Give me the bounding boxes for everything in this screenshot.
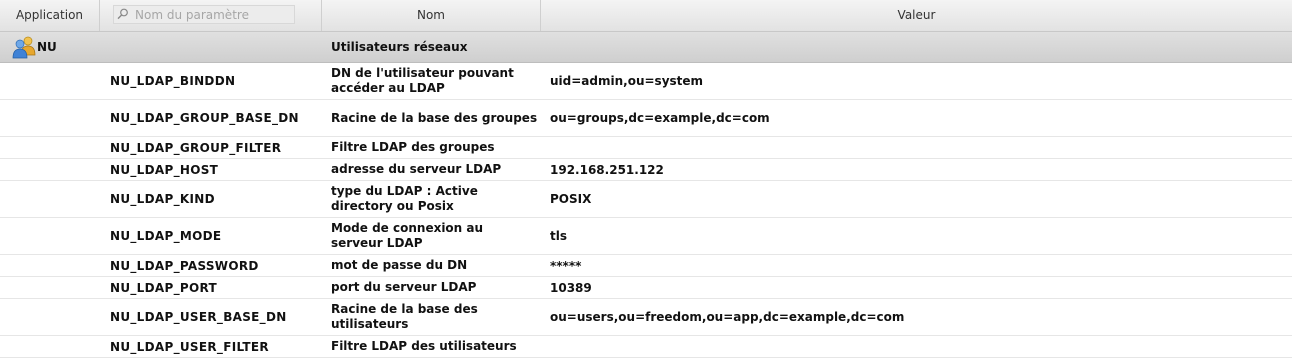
param-value[interactable]: tls xyxy=(550,229,1292,243)
param-key: NU_LDAP_HOST xyxy=(110,162,219,177)
group-application: NU xyxy=(37,40,57,54)
table-row[interactable]: NU_LDAP_KIND type du LDAP : Active direc… xyxy=(0,181,1292,218)
param-nom: Filtre LDAP des utilisateurs xyxy=(331,339,517,353)
table-row[interactable]: NU_LDAP_PORT port du serveur LDAP 10389 xyxy=(0,277,1292,299)
param-nom: Racine de la base des utilisateurs xyxy=(331,302,478,331)
param-value[interactable]: ***** xyxy=(550,259,1292,273)
param-value[interactable]: 10389 xyxy=(550,281,1292,295)
search-input[interactable] xyxy=(135,6,293,23)
param-nom: Mode de connexion au serveur LDAP xyxy=(331,221,484,250)
param-value[interactable]: ou=users,ou=freedom,ou=app,dc=example,dc… xyxy=(550,310,1292,324)
table-row[interactable]: NU_LDAP_GROUP_BASE_DN Racine de la base … xyxy=(0,100,1292,137)
param-key: NU_LDAP_GROUP_FILTER xyxy=(110,140,282,155)
param-key: NU_LDAP_PASSWORD xyxy=(110,258,259,273)
table-row[interactable]: NU_LDAP_USER_BASE_DN Racine de la base d… xyxy=(0,299,1292,336)
param-key: NU_LDAP_USER_BASE_DN xyxy=(110,310,287,324)
column-header-nom[interactable]: Nom xyxy=(322,0,541,31)
search-header xyxy=(100,0,322,31)
param-key: NU_LDAP_USER_FILTER xyxy=(110,339,269,354)
table-row[interactable]: NU_LDAP_PASSWORD mot de passe du DN ****… xyxy=(0,255,1292,277)
param-nom: adresse du serveur LDAP xyxy=(331,162,502,176)
table-row[interactable]: NU_LDAP_MODE Mode de connexion au serveu… xyxy=(0,218,1292,255)
param-key: NU_LDAP_KIND xyxy=(110,192,215,206)
users-icon xyxy=(12,36,36,59)
grid-header: Application Nom Valeur xyxy=(0,0,1292,32)
param-value[interactable]: uid=admin,ou=system xyxy=(550,74,1292,88)
param-nom: DN de l'utilisateur pouvant accéder au L… xyxy=(331,66,514,95)
table-row[interactable]: NU_LDAP_GROUP_FILTER Filtre LDAP des gro… xyxy=(0,137,1292,159)
search-box[interactable] xyxy=(113,5,295,24)
param-key: NU_LDAP_GROUP_BASE_DN xyxy=(110,111,299,125)
table-row[interactable]: NU_LDAP_BINDDN DN de l'utilisateur pouva… xyxy=(0,63,1292,100)
param-value[interactable]: ou=groups,dc=example,dc=com xyxy=(550,111,1292,125)
param-nom: Racine de la base des groupes xyxy=(331,110,538,125)
group-row[interactable]: NU Utilisateurs réseaux xyxy=(0,32,1292,63)
param-key: NU_LDAP_PORT xyxy=(110,280,217,295)
column-header-valeur[interactable]: Valeur xyxy=(541,0,1292,31)
table-row[interactable]: NU_LDAP_HOST adresse du serveur LDAP 192… xyxy=(0,159,1292,181)
table-row[interactable]: NU_LDAP_USER_FILTER Filtre LDAP des util… xyxy=(0,336,1292,358)
param-nom: type du LDAP : Active directory ou Posix xyxy=(331,184,478,213)
group-title: Utilisateurs réseaux xyxy=(331,40,468,54)
search-icon xyxy=(117,8,128,20)
param-value[interactable]: 192.168.251.122 xyxy=(550,163,1292,177)
param-nom: port du serveur LDAP xyxy=(331,280,477,294)
param-value[interactable]: POSIX xyxy=(550,192,1292,206)
param-key: NU_LDAP_BINDDN xyxy=(110,74,236,88)
param-key: NU_LDAP_MODE xyxy=(110,229,222,243)
parameters-grid: Application Nom Valeur NU Utilisateurs r… xyxy=(0,0,1292,358)
param-nom: mot de passe du DN xyxy=(331,258,468,272)
column-header-application[interactable]: Application xyxy=(0,0,100,31)
param-nom: Filtre LDAP des groupes xyxy=(331,140,495,154)
